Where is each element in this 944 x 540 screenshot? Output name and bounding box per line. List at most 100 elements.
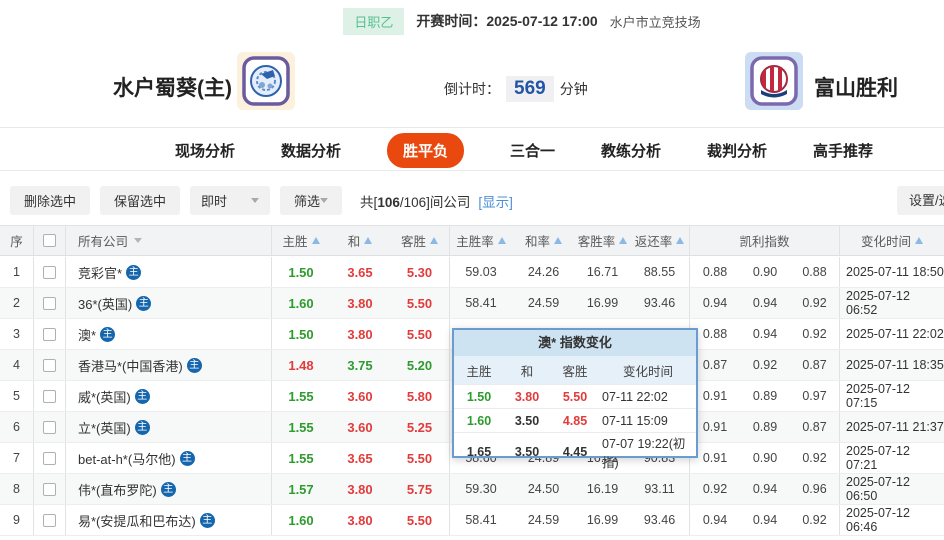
away-rate: 16.19 [586, 482, 619, 496]
company-name[interactable]: 香港马*(中国香港) [78, 356, 183, 375]
count-prefix: 共[ [360, 194, 378, 210]
sort-asc-icon[interactable] [430, 237, 438, 244]
kelly-away: 0.96 [790, 474, 840, 504]
select-all-checkbox[interactable] [43, 234, 56, 247]
kelly-draw: 0.90 [752, 265, 778, 279]
header-home-rate[interactable]: 主胜率 [450, 226, 512, 255]
company-cell[interactable]: bet-at-h*(马尔他) 主 [66, 443, 272, 473]
row-checkbox-cell[interactable] [34, 412, 66, 442]
popup-row: 1.50 3.80 5.50 07-11 22:02 [454, 384, 696, 408]
row-checkbox[interactable] [43, 358, 56, 372]
company-cell[interactable]: 易*(安提瓜和巴布达) 主 [66, 505, 272, 535]
row-checkbox-cell[interactable] [34, 257, 66, 287]
popup-home-odds: 1.50 [466, 389, 492, 404]
header-away-rate[interactable]: 客胜率 [575, 226, 630, 255]
header-away-odds[interactable]: 客胜 [390, 226, 450, 255]
tab-裁判分析[interactable]: 裁判分析 [707, 133, 767, 168]
home-badge-icon: 主 [134, 388, 150, 404]
company-cell[interactable]: 竞彩官* 主 [66, 257, 272, 287]
row-checkbox[interactable] [43, 389, 56, 403]
row-checkbox-cell[interactable] [34, 381, 66, 411]
draw-rate: 24.26 [527, 265, 560, 279]
tab-高手推荐[interactable]: 高手推荐 [813, 133, 873, 168]
company-name[interactable]: 立*(英国) [78, 418, 131, 437]
sort-asc-icon[interactable] [676, 237, 685, 244]
filter-caret-icon[interactable] [134, 238, 143, 243]
row-checkbox-cell[interactable] [34, 288, 66, 318]
company-cell[interactable]: 伟*(直布罗陀) 主 [66, 474, 272, 504]
draw-odds: 3.75 [347, 357, 373, 373]
table-row: 8 伟*(直布罗陀) 主 1.57 3.80 5.75 59.30 24.50 … [0, 474, 944, 505]
row-checkbox[interactable] [43, 482, 56, 496]
draw-rate: 24.59 [527, 296, 560, 310]
row-checkbox[interactable] [43, 513, 56, 527]
header-select-all[interactable] [34, 226, 66, 255]
row-checkbox-cell[interactable] [34, 443, 66, 473]
header-away-rate-label: 客胜率 [577, 235, 616, 249]
sort-asc-icon[interactable] [915, 237, 923, 244]
tab-三合一[interactable]: 三合一 [510, 133, 555, 168]
tab-胜平负[interactable]: 胜平负 [386, 132, 464, 168]
row-checkbox[interactable] [43, 327, 56, 341]
company-cell[interactable]: 香港马*(中国香港) 主 [66, 350, 272, 380]
row-seq: 5 [0, 381, 34, 411]
row-checkbox-cell[interactable] [34, 474, 66, 504]
sort-asc-icon[interactable] [311, 237, 320, 244]
header-draw-rate[interactable]: 和率 [512, 226, 575, 255]
popup-header-time: 变化时间 [622, 364, 673, 379]
company-name[interactable]: 伟*(直布罗陀) [78, 480, 157, 499]
home-team-name: 水户蜀葵(主) [113, 77, 232, 100]
company-cell[interactable]: 威*(英国) 主 [66, 381, 272, 411]
return-rate: 93.11 [630, 474, 690, 504]
settings-button[interactable]: 设置/选择 [897, 186, 944, 215]
row-checkbox-cell[interactable] [34, 319, 66, 349]
header-divider [0, 127, 944, 128]
odds-mode-dropdown[interactable]: 即时 [190, 186, 271, 215]
row-checkbox[interactable] [43, 420, 56, 434]
company-cell[interactable]: 澳* 主 [66, 319, 272, 349]
popup-change-time: 07-07 19:22(初指) [602, 437, 686, 470]
home-odds: 1.55 [288, 388, 314, 404]
header-return-rate[interactable]: 返还率 [630, 226, 690, 255]
home-badge-icon: 主 [100, 326, 116, 342]
header-change-time[interactable]: 变化时间 [840, 226, 944, 255]
sort-asc-icon[interactable] [554, 237, 562, 244]
sort-asc-icon[interactable] [497, 237, 506, 244]
header-home-label: 主胜 [282, 235, 308, 249]
row-checkbox-cell[interactable] [34, 505, 66, 535]
company-name[interactable]: 易*(安提瓜和巴布达) [78, 511, 196, 530]
row-checkbox[interactable] [43, 451, 56, 465]
home-odds: 1.50 [288, 264, 314, 280]
tab-现场分析[interactable]: 现场分析 [175, 133, 235, 168]
company-name[interactable]: 竞彩官* [78, 263, 122, 282]
draw-odds: 3.80 [347, 512, 373, 528]
company-name[interactable]: 36*(英国) [78, 294, 132, 313]
delete-selected-button[interactable]: 删除选中 [10, 186, 91, 215]
popup-header: 主胜 和 客胜 变化时间 [454, 356, 696, 384]
filter-dropdown[interactable]: 筛选 [280, 186, 343, 215]
sort-asc-icon[interactable] [364, 237, 373, 244]
row-checkbox-cell[interactable] [34, 350, 66, 380]
tab-教练分析[interactable]: 教练分析 [601, 133, 661, 168]
company-name[interactable]: 澳* [78, 325, 96, 344]
header-company[interactable]: 所有公司 [66, 226, 272, 255]
home-badge-icon: 主 [186, 357, 202, 373]
company-name[interactable]: bet-at-h*(马尔他) [78, 449, 176, 468]
tab-数据分析[interactable]: 数据分析 [281, 133, 341, 168]
kelly-draw: 0.92 [752, 358, 778, 372]
company-name[interactable]: 威*(英国) [78, 387, 131, 406]
show-link[interactable]: [显示] [478, 195, 513, 210]
change-time: 2025-07-11 18:50 [846, 265, 944, 279]
kelly-away: 0.92 [790, 505, 840, 535]
header-draw-odds[interactable]: 和 [330, 226, 390, 255]
keep-selected-button[interactable]: 保留选中 [100, 186, 181, 215]
row-checkbox[interactable] [43, 265, 56, 279]
popup-row: 1.60 3.50 4.85 07-11 15:09 [454, 408, 696, 432]
popup-header-away: 客胜 [562, 364, 588, 379]
company-cell[interactable]: 立*(英国) 主 [66, 412, 272, 442]
countdown-unit: 分钟 [559, 81, 588, 97]
header-home-odds[interactable]: 主胜 [272, 226, 330, 255]
row-checkbox[interactable] [43, 296, 56, 310]
company-cell[interactable]: 36*(英国) 主 [66, 288, 272, 318]
sort-asc-icon[interactable] [619, 237, 628, 244]
